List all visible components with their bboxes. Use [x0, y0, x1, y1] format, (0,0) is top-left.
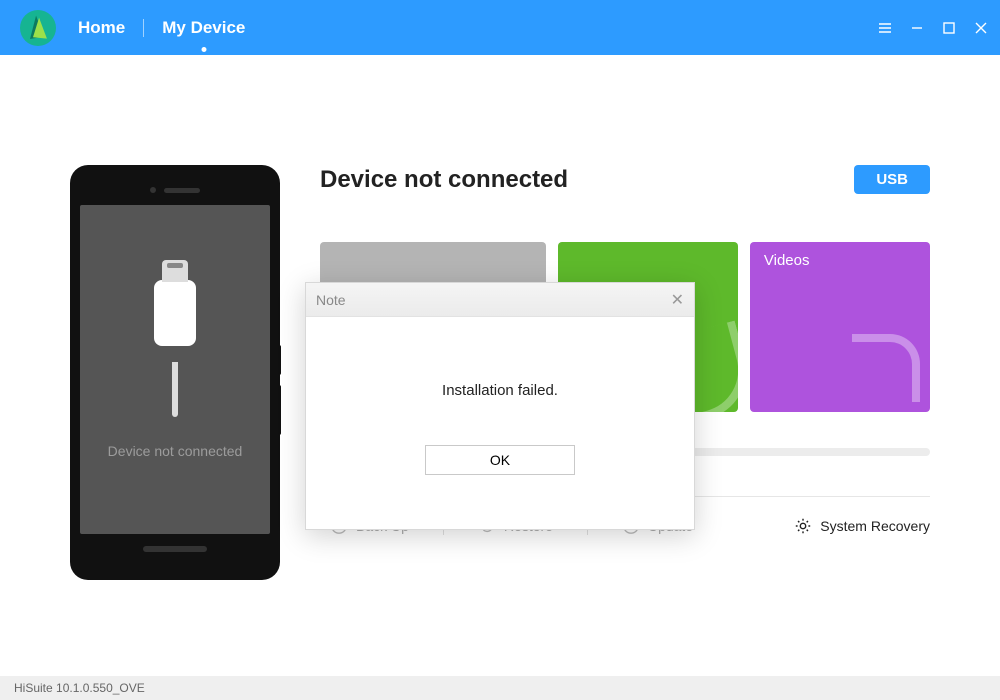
tile-videos[interactable]: Videos [750, 242, 930, 412]
minimize-icon[interactable] [910, 21, 924, 35]
close-icon[interactable] [974, 21, 988, 35]
dialog-title: Note [316, 292, 346, 308]
phone-status-text: Device not connected [108, 443, 243, 459]
title-bar: Home My Device [0, 0, 1000, 55]
phone-side-button-2 [276, 385, 281, 435]
note-dialog: Note ✕ Installation failed. OK [305, 282, 695, 530]
nav-home[interactable]: Home [74, 18, 129, 38]
app-logo-icon [20, 10, 56, 46]
page-title: Device not connected [320, 166, 568, 194]
maximize-icon[interactable] [942, 21, 956, 35]
phone-home-button [143, 546, 207, 552]
menu-icon[interactable] [878, 21, 892, 35]
nav-home-label: Home [78, 18, 125, 37]
usb-cord-icon [172, 362, 178, 417]
status-bar: HiSuite 10.1.0.550_OVE [0, 676, 1000, 700]
tile-videos-label: Videos [764, 252, 810, 269]
heading-row: Device not connected USB [320, 165, 930, 194]
dialog-titlebar[interactable]: Note ✕ [306, 283, 694, 317]
phone-earpiece [80, 185, 270, 195]
system-recovery-button[interactable]: System Recovery [794, 517, 930, 535]
dialog-ok-label: OK [490, 452, 510, 468]
dialog-body: Installation failed. OK [306, 317, 694, 529]
nav-my-device-label: My Device [162, 18, 245, 37]
usb-plug-icon [154, 280, 196, 346]
nav-my-device[interactable]: My Device [158, 18, 249, 38]
usb-button[interactable]: USB [854, 165, 930, 194]
main-area: Device not connected Device not connecte… [0, 55, 1000, 676]
system-recovery-label: System Recovery [820, 518, 930, 534]
nav-tabs: Home My Device [74, 18, 249, 38]
phone-side-button-1 [276, 345, 281, 375]
dialog-ok-button[interactable]: OK [425, 445, 575, 475]
nav-separator [143, 19, 144, 37]
dialog-message: Installation failed. [442, 382, 558, 399]
active-tab-indicator [201, 47, 206, 52]
phone-mockup: Device not connected [70, 165, 280, 580]
dialog-close-icon[interactable]: ✕ [671, 290, 684, 310]
phone-screen: Device not connected [80, 205, 270, 534]
window-controls [878, 21, 988, 35]
usb-button-label: USB [876, 171, 908, 188]
gear-icon [794, 517, 812, 535]
status-text: HiSuite 10.1.0.550_OVE [14, 681, 145, 695]
